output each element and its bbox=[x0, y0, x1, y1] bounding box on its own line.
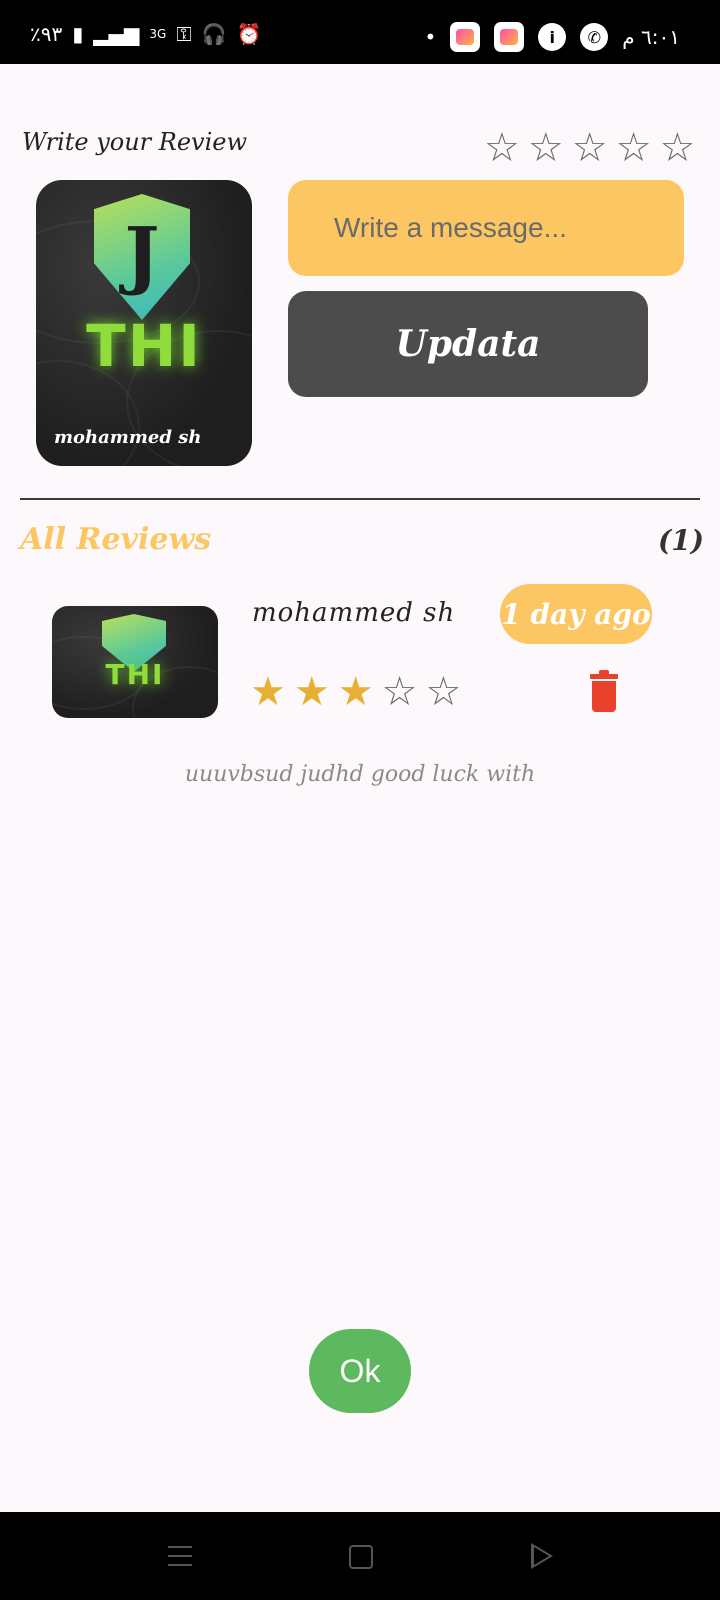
star-filled-icon: ★ bbox=[337, 669, 374, 715]
back-icon[interactable] bbox=[531, 1543, 553, 1569]
all-reviews-title: All Reviews bbox=[20, 522, 212, 557]
message-input[interactable]: Write a message... bbox=[288, 180, 684, 276]
menu-icon[interactable] bbox=[168, 1546, 192, 1573]
status-bar: ٪٩٣ ▮ ▂▄▆ 3G ⚿ 🎧 ⏰ • i ✆ ٦:٠١ م bbox=[0, 0, 720, 64]
star-4-icon[interactable]: ☆ bbox=[616, 128, 652, 168]
reviewer-name: mohammed sh bbox=[252, 598, 456, 628]
review-time-badge: 1 day ago bbox=[500, 584, 652, 644]
star-empty-icon: ☆ bbox=[381, 669, 418, 715]
write-review-title: Write your Review bbox=[22, 128, 248, 156]
likee-icon-2 bbox=[494, 22, 525, 52]
cover-image: J THI mohammed sh bbox=[36, 180, 252, 466]
battery-icon: ▮ bbox=[72, 22, 84, 46]
navigation-bar bbox=[0, 1512, 720, 1600]
key-icon: ⚿ bbox=[176, 22, 192, 46]
star-filled-icon: ★ bbox=[250, 669, 286, 715]
review-count: (1) bbox=[658, 524, 704, 557]
whatsapp-icon: ✆ bbox=[580, 23, 609, 51]
status-right: • i ✆ ٦:٠١ م bbox=[424, 22, 680, 52]
rating-input[interactable]: ☆ ☆ ☆ ☆ ☆ bbox=[484, 128, 695, 168]
review-rating: ★ ★ ★ ☆ ☆ bbox=[250, 672, 461, 712]
battery-percent: ٪٩٣ bbox=[30, 22, 63, 46]
home-icon[interactable] bbox=[349, 1545, 373, 1569]
clock: ٦:٠١ م bbox=[622, 25, 680, 49]
cover-brand: THI bbox=[86, 312, 202, 380]
cover-name: mohammed sh bbox=[54, 427, 202, 448]
likee-icon bbox=[450, 22, 481, 52]
star-5-icon[interactable]: ☆ bbox=[659, 128, 695, 168]
star-3-icon[interactable]: ☆ bbox=[572, 128, 608, 168]
star-2-icon[interactable]: ☆ bbox=[528, 128, 564, 168]
ok-button[interactable]: Ok bbox=[309, 1329, 411, 1413]
message-placeholder: Write a message... bbox=[334, 212, 567, 243]
thumb-brand: THI bbox=[105, 658, 165, 691]
star-1-icon[interactable]: ☆ bbox=[484, 128, 520, 168]
status-left: ٪٩٣ ▮ ▂▄▆ 3G ⚿ 🎧 ⏰ bbox=[30, 22, 261, 46]
star-empty-icon: ☆ bbox=[425, 669, 462, 715]
signal-icon: ▂▄▆ bbox=[93, 22, 140, 46]
dot-icon: • bbox=[424, 25, 437, 49]
update-button[interactable]: Updata bbox=[288, 291, 648, 397]
review-thumbnail: THI bbox=[52, 606, 218, 718]
network-type: 3G bbox=[149, 27, 167, 41]
headphones-icon: 🎧 bbox=[201, 22, 227, 46]
alarm-icon: ⏰ bbox=[236, 22, 262, 46]
app-icon: i bbox=[538, 23, 567, 51]
delete-review-icon[interactable] bbox=[590, 670, 618, 712]
divider bbox=[20, 498, 700, 500]
review-comment: uuuvbsud judhd good luck with bbox=[184, 762, 536, 787]
star-filled-icon: ★ bbox=[293, 669, 330, 715]
